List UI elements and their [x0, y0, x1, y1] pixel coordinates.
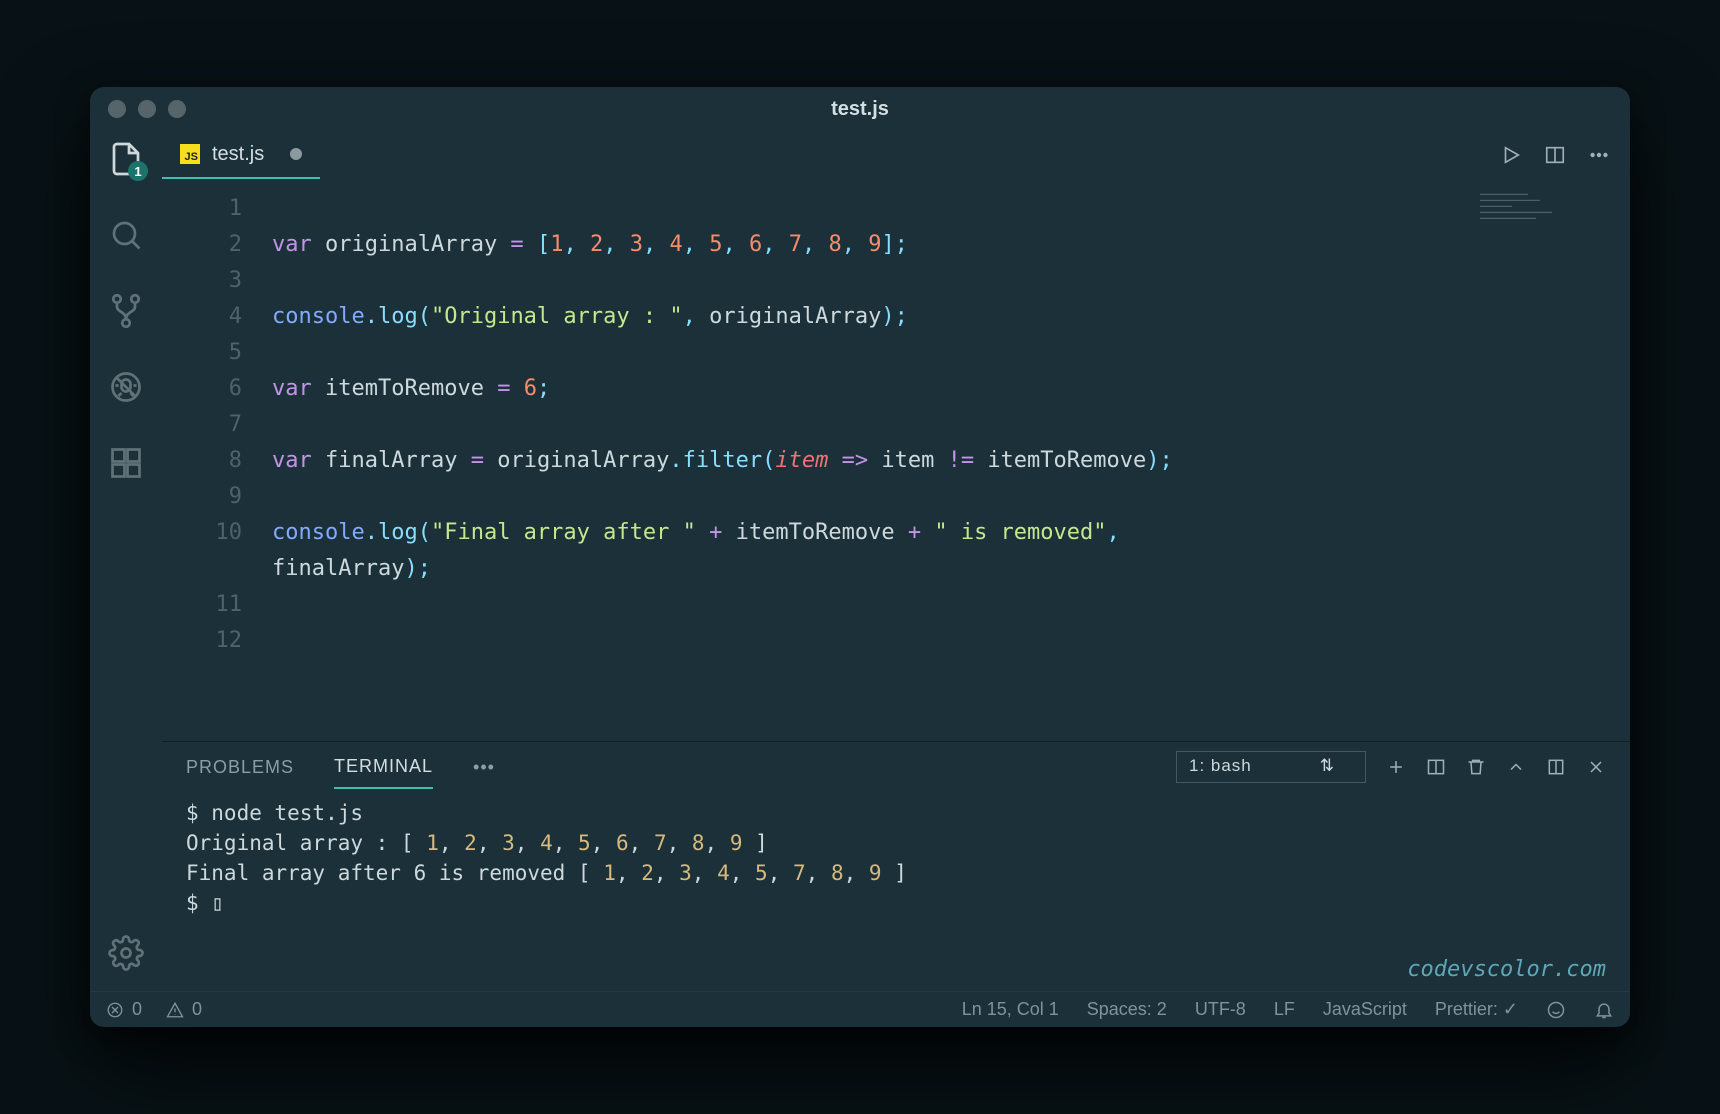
line-gutter: 12345678910 1112 — [162, 191, 272, 741]
watermark-text: codevscolor.com — [1407, 955, 1606, 985]
status-bell-icon[interactable] — [1594, 1000, 1614, 1020]
more-actions-icon[interactable] — [1588, 144, 1610, 166]
status-warnings[interactable]: 0 — [166, 999, 202, 1020]
activity-bar: 1 — [90, 131, 162, 991]
explorer-icon[interactable]: 1 — [106, 139, 146, 179]
code-editor[interactable]: 12345678910 1112 var originalArray = [1,… — [162, 179, 1630, 741]
status-language[interactable]: JavaScript — [1323, 999, 1407, 1020]
minimize-window-button[interactable] — [138, 100, 156, 118]
status-bar: 0 0 Ln 15, Col 1 Spaces: 2 UTF-8 LF Java… — [90, 991, 1630, 1027]
debug-disabled-icon[interactable] — [106, 367, 146, 407]
editor-area: 12345678910 1112 var originalArray = [1,… — [162, 179, 1630, 741]
file-tab[interactable]: JS test.js — [162, 131, 320, 179]
terminal-dropdown[interactable]: 1: bash⇅ — [1176, 751, 1366, 783]
panel-more-icon[interactable]: ••• — [473, 747, 495, 788]
code-content[interactable]: var originalArray = [1, 2, 3, 4, 5, 6, 7… — [272, 191, 1630, 741]
window-title: test.js — [831, 98, 889, 121]
panel-actions: 1: bash⇅ — [1176, 751, 1606, 783]
minimap[interactable]: ▬▬▬▬▬▬▬▬▬▬▬▬▬▬▬▬▬▬▬▬▬▬▬▬▬▬▬▬▬▬▬▬▬▬▬▬▬▬▬▬… — [1480, 191, 1620, 251]
status-spaces[interactable]: Spaces: 2 — [1087, 999, 1167, 1020]
terminal-output[interactable]: $ node test.jsOriginal array : [ 1, 2, 3… — [162, 792, 1630, 991]
problems-tab[interactable]: PROBLEMS — [186, 747, 294, 788]
explorer-badge: 1 — [128, 161, 148, 181]
tab-filename: test.js — [212, 143, 264, 166]
new-terminal-icon[interactable] — [1386, 757, 1406, 777]
close-window-button[interactable] — [108, 100, 126, 118]
panel-maximize-icon[interactable] — [1546, 757, 1566, 777]
settings-gear-icon[interactable] — [106, 933, 146, 973]
js-file-icon: JS — [180, 144, 200, 164]
editor-window: test.js 1 — [90, 87, 1630, 1027]
status-feedback-icon[interactable] — [1546, 1000, 1566, 1020]
tab-actions — [1500, 131, 1630, 179]
status-errors[interactable]: 0 — [106, 999, 142, 1020]
source-control-icon[interactable] — [106, 291, 146, 331]
panel-close-icon[interactable] — [1586, 757, 1606, 777]
main-area: JS test.js 12345678910 1112 var original… — [162, 131, 1630, 991]
split-terminal-icon[interactable] — [1426, 757, 1446, 777]
panel-tabs: PROBLEMS TERMINAL ••• 1: bash⇅ — [162, 742, 1630, 792]
status-prettier[interactable]: Prettier: ✓ — [1435, 999, 1518, 1020]
status-eol[interactable]: LF — [1274, 999, 1295, 1020]
search-icon[interactable] — [106, 215, 146, 255]
status-encoding[interactable]: UTF-8 — [1195, 999, 1246, 1020]
terminal-tab[interactable]: TERMINAL — [334, 746, 433, 789]
extensions-icon[interactable] — [106, 443, 146, 483]
kill-terminal-icon[interactable] — [1466, 757, 1486, 777]
bottom-panel: PROBLEMS TERMINAL ••• 1: bash⇅ $ node te… — [162, 741, 1630, 991]
dirty-indicator-icon — [290, 148, 302, 160]
run-icon[interactable] — [1500, 144, 1522, 166]
maximize-window-button[interactable] — [168, 100, 186, 118]
titlebar: test.js — [90, 87, 1630, 131]
panel-up-icon[interactable] — [1506, 757, 1526, 777]
main-body: 1 JS test.js — [90, 131, 1630, 991]
tab-bar: JS test.js — [162, 131, 1630, 179]
window-controls — [108, 100, 186, 118]
split-editor-icon[interactable] — [1544, 144, 1566, 166]
status-cursor-pos[interactable]: Ln 15, Col 1 — [962, 999, 1059, 1020]
